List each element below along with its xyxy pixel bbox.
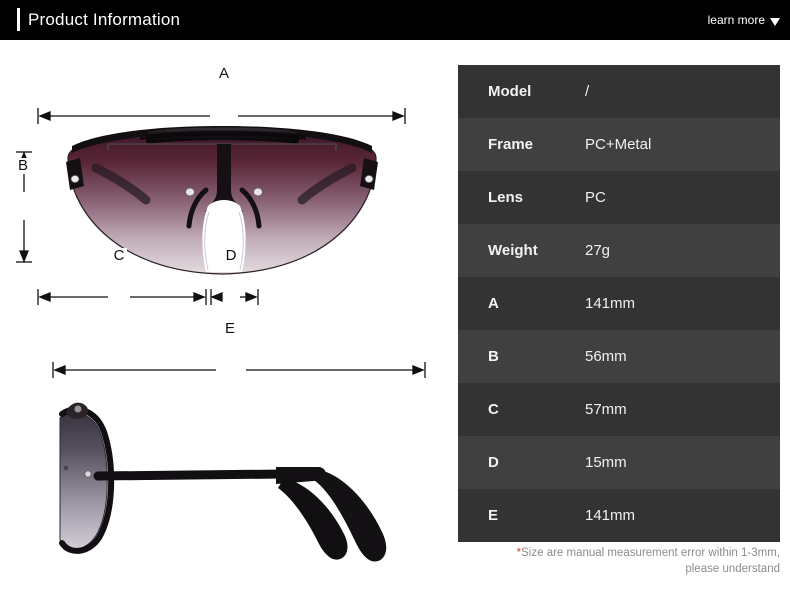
spec-key: E [488, 507, 499, 524]
spec-key: Lens [488, 189, 524, 206]
measurement-disclaimer: *Size are manual measurement error withi… [458, 545, 780, 577]
table-row: C 57mm [458, 383, 780, 436]
sunglasses-side-view [52, 362, 426, 562]
table-row: Weight 27g [458, 224, 780, 277]
header-accent-bar [17, 8, 20, 31]
spec-value: 56mm [585, 348, 627, 365]
table-row: D 15mm [458, 436, 780, 489]
dimension-label-a: A [216, 66, 232, 82]
dimension-label-e: E [222, 321, 238, 337]
spec-value: 27g [585, 242, 611, 259]
dimension-label-c: C [111, 248, 127, 264]
chevron-down-icon [770, 17, 780, 26]
disclaimer-line-1: Size are manual measurement error within… [521, 547, 780, 559]
spec-key: A [488, 295, 499, 312]
table-row: Lens PC [458, 171, 780, 224]
spec-value: PC [585, 189, 606, 206]
learn-more-button[interactable]: learn more [708, 12, 780, 29]
table-row: Frame PC+Metal [458, 118, 780, 171]
spec-value: 57mm [585, 401, 627, 418]
product-diagram-panel: A B C D E [0, 40, 450, 593]
dimension-label-d: D [223, 248, 239, 264]
specification-table: Model / Frame PC+Metal Lens PC Weight 27… [458, 65, 780, 542]
table-row: Model / [458, 65, 780, 118]
spec-key: Weight [488, 242, 538, 259]
spec-value: / [585, 83, 590, 100]
spec-value: 141mm [585, 507, 636, 524]
table-row: B 56mm [458, 330, 780, 383]
spec-key: C [488, 401, 499, 418]
page-title: Product Information [28, 10, 181, 29]
spec-key: Frame [488, 136, 534, 153]
disclaimer-line-2: please understand [685, 563, 780, 575]
spec-key: D [488, 454, 499, 471]
spec-value: 15mm [585, 454, 627, 471]
dimension-label-b: B [15, 158, 31, 174]
sunglasses-front-view [16, 108, 406, 305]
learn-more-label: learn more [707, 13, 765, 27]
spec-value: 141mm [585, 295, 636, 312]
spec-key: B [488, 348, 499, 365]
table-row: A 141mm [458, 277, 780, 330]
table-row: E 141mm [458, 489, 780, 542]
spec-value: PC+Metal [585, 136, 652, 153]
header-bar: Product Information learn more [0, 0, 790, 40]
spec-key: Model [488, 83, 532, 100]
